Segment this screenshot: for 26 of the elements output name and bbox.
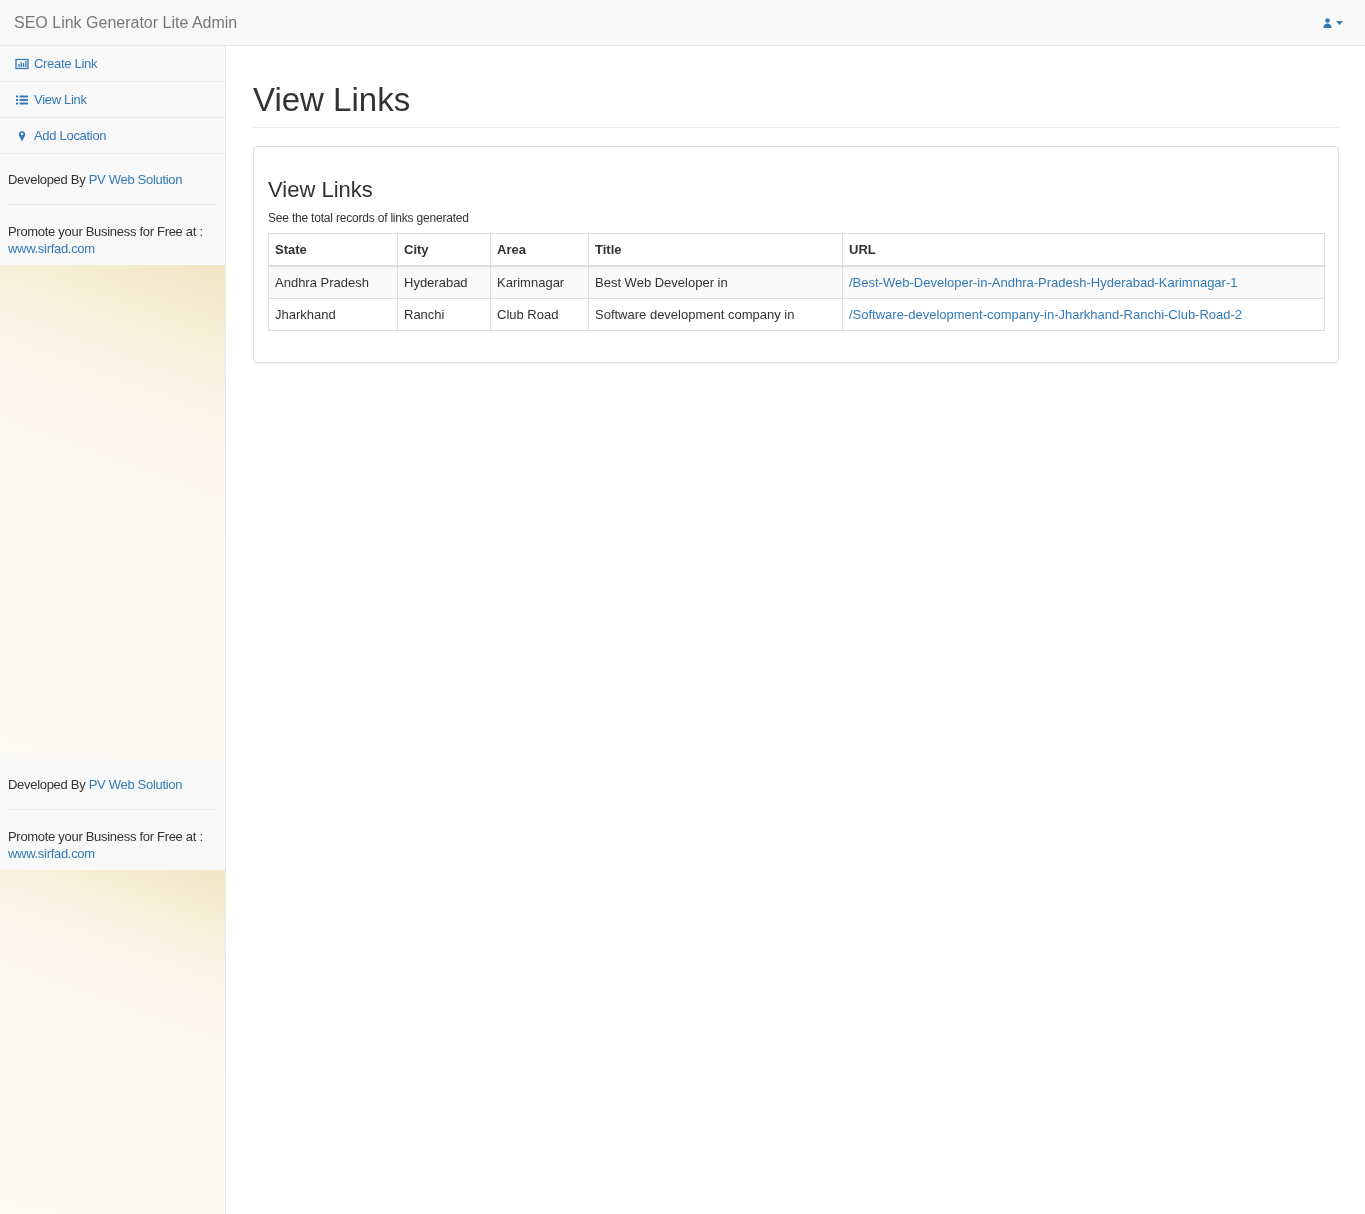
bar-chart-icon: [15, 57, 29, 70]
table-cell: Software development company in: [595, 307, 795, 322]
promote-link[interactable]: www.sirfad.com: [8, 241, 95, 256]
developed-by-text: Developed By: [8, 777, 86, 792]
table-cell: Andhra Pradesh: [275, 275, 369, 290]
app-title[interactable]: SEO Link Generator Lite Admin: [14, 13, 238, 32]
developer-link[interactable]: PV Web Solution: [88, 172, 183, 187]
sidebar-item[interactable]: View Link: [0, 82, 225, 118]
person-icon: [1323, 17, 1332, 28]
developed-by-text: Developed By: [8, 172, 86, 187]
panel-title: View Links: [268, 177, 374, 203]
promote-text: Promote your Business for Free at :: [8, 829, 203, 844]
page-title: View Links: [253, 80, 1339, 128]
promote-text: Promote your Business for Free at :: [8, 224, 203, 239]
table-cell: Best Web Developer in: [595, 275, 728, 290]
table-cell: Hyderabad: [404, 275, 468, 290]
panel-subtitle: See the total records of links generated: [268, 211, 470, 225]
developer-link[interactable]: PV Web Solution: [88, 777, 183, 792]
table-cell: Ranchi: [404, 307, 445, 322]
promote-link[interactable]: www.sirfad.com: [8, 846, 95, 861]
sidebar-item[interactable]: Create Link: [0, 46, 225, 82]
table-cell: Karimnagar: [497, 275, 565, 290]
list-icon: [15, 93, 29, 106]
caret-icon: [1336, 20, 1343, 25]
table-cell: Jharkhand: [275, 307, 336, 322]
table-cell: Club Road: [497, 307, 559, 322]
